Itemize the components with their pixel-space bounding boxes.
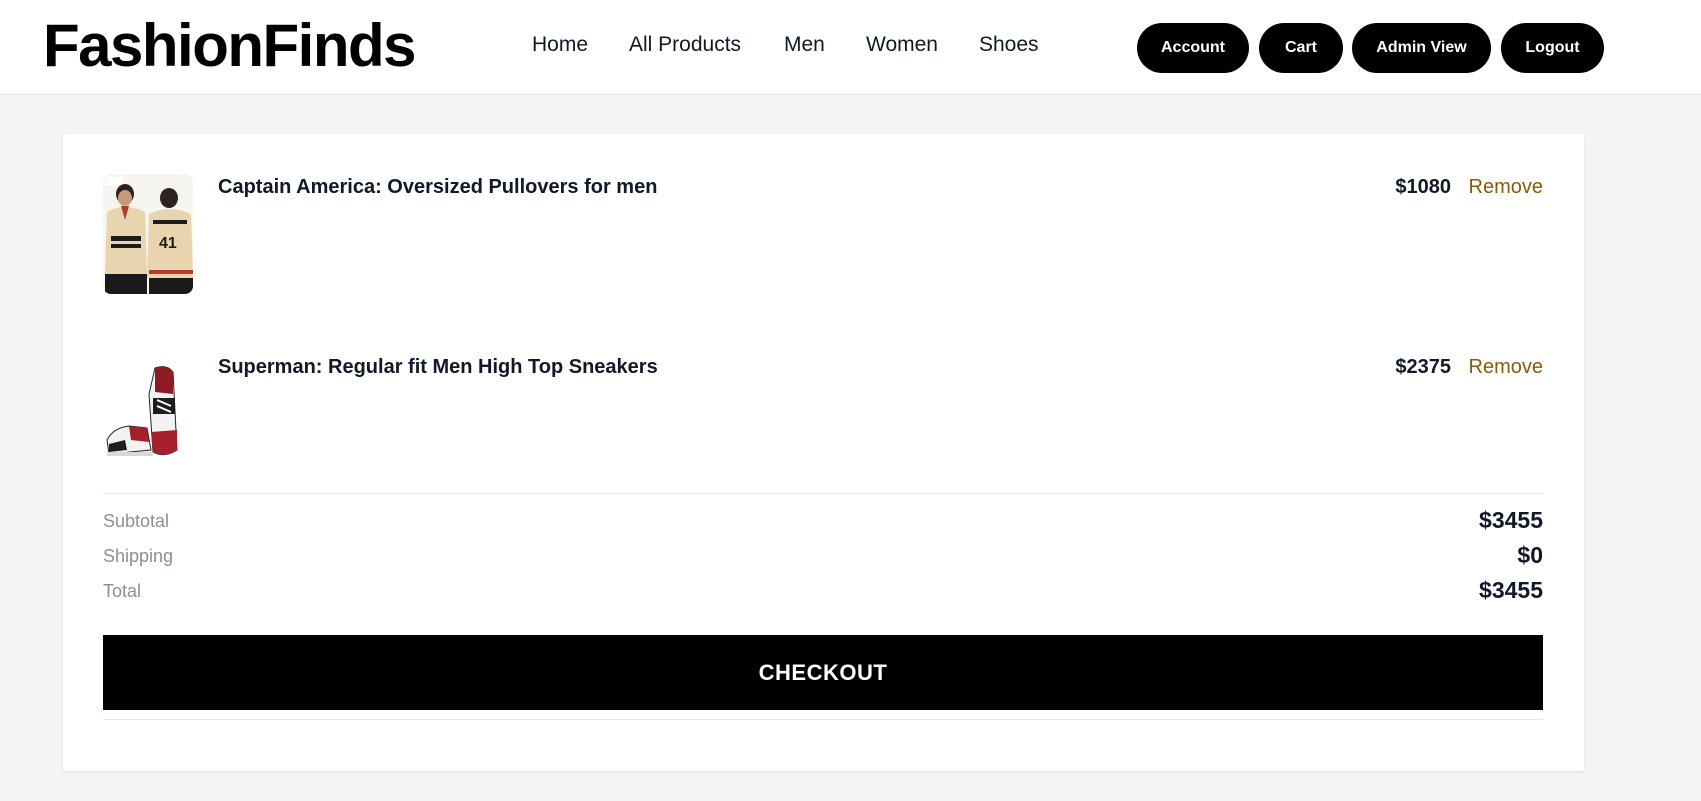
subtotal-value: $3455 [1479, 507, 1543, 533]
checkout-button[interactable]: CHECKOUT [103, 635, 1543, 710]
cart-button[interactable]: Cart [1259, 23, 1343, 73]
total-row: Total $3455 [103, 577, 1543, 607]
site-header: FashionFinds Home All Products Men Women… [0, 0, 1701, 95]
logout-button[interactable]: Logout [1501, 23, 1604, 73]
remove-button[interactable]: Remove [1469, 356, 1543, 379]
pullover-image: 41 [103, 174, 193, 294]
nav-women[interactable]: Women [866, 31, 938, 59]
footer-divider [103, 719, 1543, 720]
nav-men[interactable]: Men [784, 31, 825, 59]
brand-logo[interactable]: FashionFinds [43, 12, 417, 80]
cart-card: 41 Captain America: Oversized Pullovers … [63, 134, 1584, 771]
shipping-value: $0 [1517, 542, 1543, 568]
sneaker-photo-icon[interactable] [103, 354, 193, 474]
remove-button[interactable]: Remove [1469, 176, 1543, 199]
shipping-row: Shipping $0 [103, 542, 1543, 572]
item-name[interactable]: Captain America: Oversized Pullovers for… [218, 176, 657, 199]
admin-view-button[interactable]: Admin View [1352, 23, 1491, 73]
nav-all-products[interactable]: All Products [629, 31, 741, 59]
nav-home[interactable]: Home [532, 31, 588, 59]
account-button[interactable]: Account [1137, 23, 1249, 73]
pullover-photo-icon[interactable]: 41 [103, 174, 193, 294]
cart-item: 41 Captain America: Oversized Pullovers … [103, 174, 1543, 298]
item-price: $1080 [1395, 176, 1451, 198]
cart-item: Superman: Regular fit Men High Top Sneak… [103, 354, 1543, 478]
total-value: $3455 [1479, 577, 1543, 603]
svg-text:41: 41 [159, 235, 177, 252]
subtotal-row: Subtotal $3455 [103, 507, 1543, 537]
item-name[interactable]: Superman: Regular fit Men High Top Sneak… [218, 356, 658, 379]
total-label: Total [103, 581, 142, 601]
sneaker-image [103, 354, 193, 474]
shipping-label: Shipping [103, 546, 174, 566]
nav-shoes[interactable]: Shoes [979, 31, 1039, 59]
subtotal-label: Subtotal [103, 511, 170, 531]
item-price: $2375 [1395, 356, 1451, 378]
summary-divider [103, 493, 1543, 494]
